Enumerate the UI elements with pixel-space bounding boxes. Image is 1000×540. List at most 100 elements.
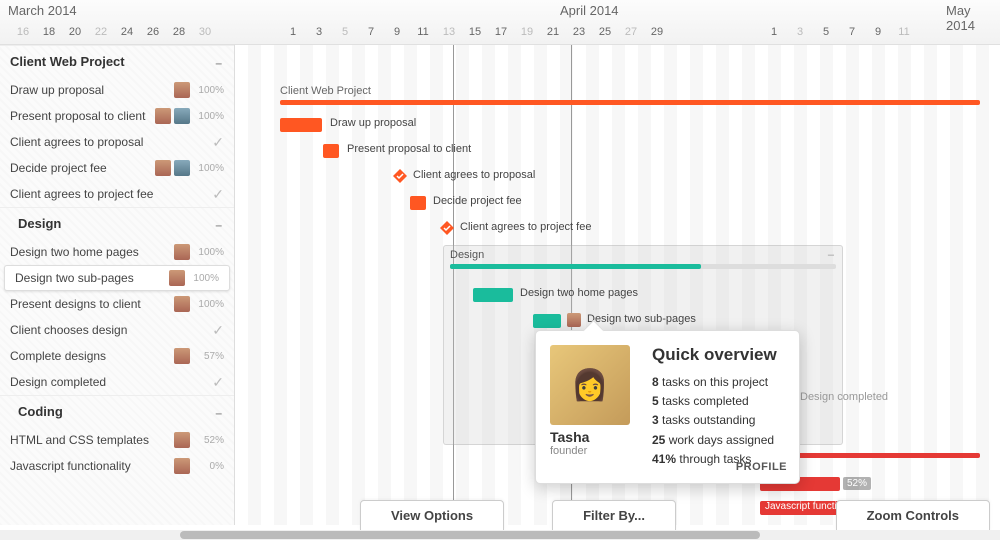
day-label: 9 — [869, 26, 887, 38]
day-label: 23 — [570, 26, 588, 38]
assignee-avatar[interactable] — [155, 160, 171, 176]
task-bar[interactable] — [280, 118, 322, 132]
day-row: 1618202224262830135791113151719212325272… — [0, 22, 1000, 45]
horizontal-scrollbar[interactable] — [0, 530, 1000, 540]
assignee-avatar[interactable] — [174, 160, 190, 176]
profile-button[interactable]: PROFILE — [736, 461, 787, 473]
task-label: Draw up proposal — [330, 117, 416, 129]
check-icon: ✓ — [212, 134, 224, 151]
check-icon: ✓ — [212, 374, 224, 391]
sidebar-task-row[interactable]: Present proposal to client100% — [0, 103, 234, 129]
timeline-header: March 2014 April 2014 May 2014 161820222… — [0, 0, 1000, 45]
scrollbar-thumb[interactable] — [180, 531, 760, 539]
task-row-label: HTML and CSS templates — [10, 433, 171, 447]
sidebar-task-row[interactable]: Complete designs57% — [0, 343, 234, 369]
task-bar[interactable] — [410, 196, 426, 210]
milestone-icon[interactable] — [440, 221, 454, 235]
assignee-avatar[interactable] — [174, 432, 190, 448]
sidebar-task-row[interactable]: Present designs to client 100% — [0, 291, 234, 317]
task-row-pct: 52% — [196, 435, 224, 446]
popover-title: Quick overview — [652, 345, 777, 365]
assignee-avatar[interactable] — [174, 108, 190, 124]
day-label: 7 — [843, 26, 861, 38]
month-row: March 2014 April 2014 May 2014 — [0, 0, 1000, 22]
bottom-toolbar: View Options Filter By... Zoom Controls — [260, 500, 990, 532]
sidebar-task-row[interactable]: Client agrees to project fee✓ — [0, 181, 234, 207]
assignee-avatar[interactable] — [567, 313, 581, 327]
task-row-pct: 100% — [196, 299, 224, 310]
view-options-button[interactable]: View Options — [360, 500, 504, 532]
popover-stats: 8 tasks on this project5 tasks completed… — [652, 373, 777, 469]
day-label: 24 — [118, 26, 136, 38]
task-row-pct: 0% — [196, 461, 224, 472]
assignee-avatar[interactable] — [155, 108, 171, 124]
user-name: Tasha — [550, 429, 642, 445]
task-row-label: Present designs to client — [10, 297, 171, 311]
popover-stat-line: 8 tasks on this project — [652, 373, 777, 392]
collapse-icon[interactable]: – — [828, 249, 834, 261]
sidebar-group-header[interactable]: Client Web Project– — [0, 45, 234, 77]
milestone-icon[interactable] — [393, 169, 407, 183]
sidebar-task-row[interactable]: Draw up proposal 100% — [0, 77, 234, 103]
task-row-label: Client agrees to project fee — [10, 187, 206, 201]
task-row-pct: 100% — [196, 85, 224, 96]
day-label: 19 — [518, 26, 536, 38]
day-label: 26 — [144, 26, 162, 38]
sidebar-task-row[interactable]: Client agrees to proposal✓ — [0, 129, 234, 155]
assignee-avatar[interactable] — [169, 270, 185, 286]
day-label: 7 — [362, 26, 380, 38]
task-row-label: Client chooses design — [10, 323, 206, 337]
popover-stat-line: 5 tasks completed — [652, 392, 777, 411]
day-label: 9 — [388, 26, 406, 38]
collapse-icon[interactable]: – — [215, 218, 222, 232]
task-label: Client agrees to project fee — [460, 221, 591, 233]
task-row-label: Design completed — [10, 375, 206, 389]
task-bar[interactable] — [533, 314, 561, 328]
day-label: 1 — [765, 26, 783, 38]
day-label: 5 — [817, 26, 835, 38]
sidebar-task-row[interactable]: Client chooses design ✓ — [0, 317, 234, 343]
gantt-chart-area[interactable]: 14 Apr 2014 00:00 16 Apr 2014 00:00 2.0 … — [235, 45, 1000, 525]
sidebar-task-row[interactable]: Design two sub-pages100% — [4, 265, 230, 291]
task-label: Design two home pages — [520, 287, 638, 299]
day-label: 29 — [648, 26, 666, 38]
task-row-label: Draw up proposal — [10, 83, 171, 97]
assignee-avatar[interactable] — [174, 244, 190, 260]
project-header-label: Client Web Project — [280, 85, 371, 97]
sidebar-task-row[interactable]: Javascript functionality 0% — [0, 453, 234, 479]
filter-by-button[interactable]: Filter By... — [552, 500, 676, 532]
design-group-progress-fill — [450, 264, 701, 269]
task-bar[interactable] — [323, 144, 339, 158]
task-row-label: Design two home pages — [10, 245, 171, 259]
check-icon: ✓ — [212, 322, 224, 339]
collapse-icon[interactable]: – — [215, 406, 222, 420]
day-label: 11 — [895, 26, 913, 38]
assignee-avatar[interactable] — [174, 348, 190, 364]
day-label: 18 — [40, 26, 58, 38]
sidebar-group-header[interactable]: Design– — [0, 207, 234, 239]
popover-stat-line: 3 tasks outstanding — [652, 411, 777, 430]
sidebar-task-row[interactable]: Decide project fee100% — [0, 155, 234, 181]
sidebar: Client Web Project–Draw up proposal100%P… — [0, 45, 235, 525]
sidebar-task-row[interactable]: Design completed ✓ — [0, 369, 234, 395]
task-label: Client agrees to proposal — [413, 169, 535, 181]
assignee-avatar[interactable] — [174, 82, 190, 98]
sidebar-group-header[interactable]: Coding– — [0, 395, 234, 427]
day-label: 13 — [440, 26, 458, 38]
assignee-avatar[interactable] — [174, 296, 190, 312]
day-label: 30 — [196, 26, 214, 38]
zoom-controls-button[interactable]: Zoom Controls — [836, 500, 990, 532]
task-label: Design completed — [800, 391, 888, 403]
task-bar[interactable] — [473, 288, 513, 302]
day-label: 15 — [466, 26, 484, 38]
project-summary-bar[interactable] — [280, 100, 980, 105]
assignee-avatar[interactable] — [174, 458, 190, 474]
task-label: Present proposal to client — [347, 143, 471, 155]
task-row-label: Javascript functionality — [10, 459, 171, 473]
task-pct: 52% — [843, 477, 871, 490]
day-label: 17 — [492, 26, 510, 38]
design-group-header[interactable]: Design – — [444, 246, 842, 264]
sidebar-task-row[interactable]: Design two home pages100% — [0, 239, 234, 265]
sidebar-task-row[interactable]: HTML and CSS templates 52% — [0, 427, 234, 453]
collapse-icon[interactable]: – — [215, 56, 222, 70]
